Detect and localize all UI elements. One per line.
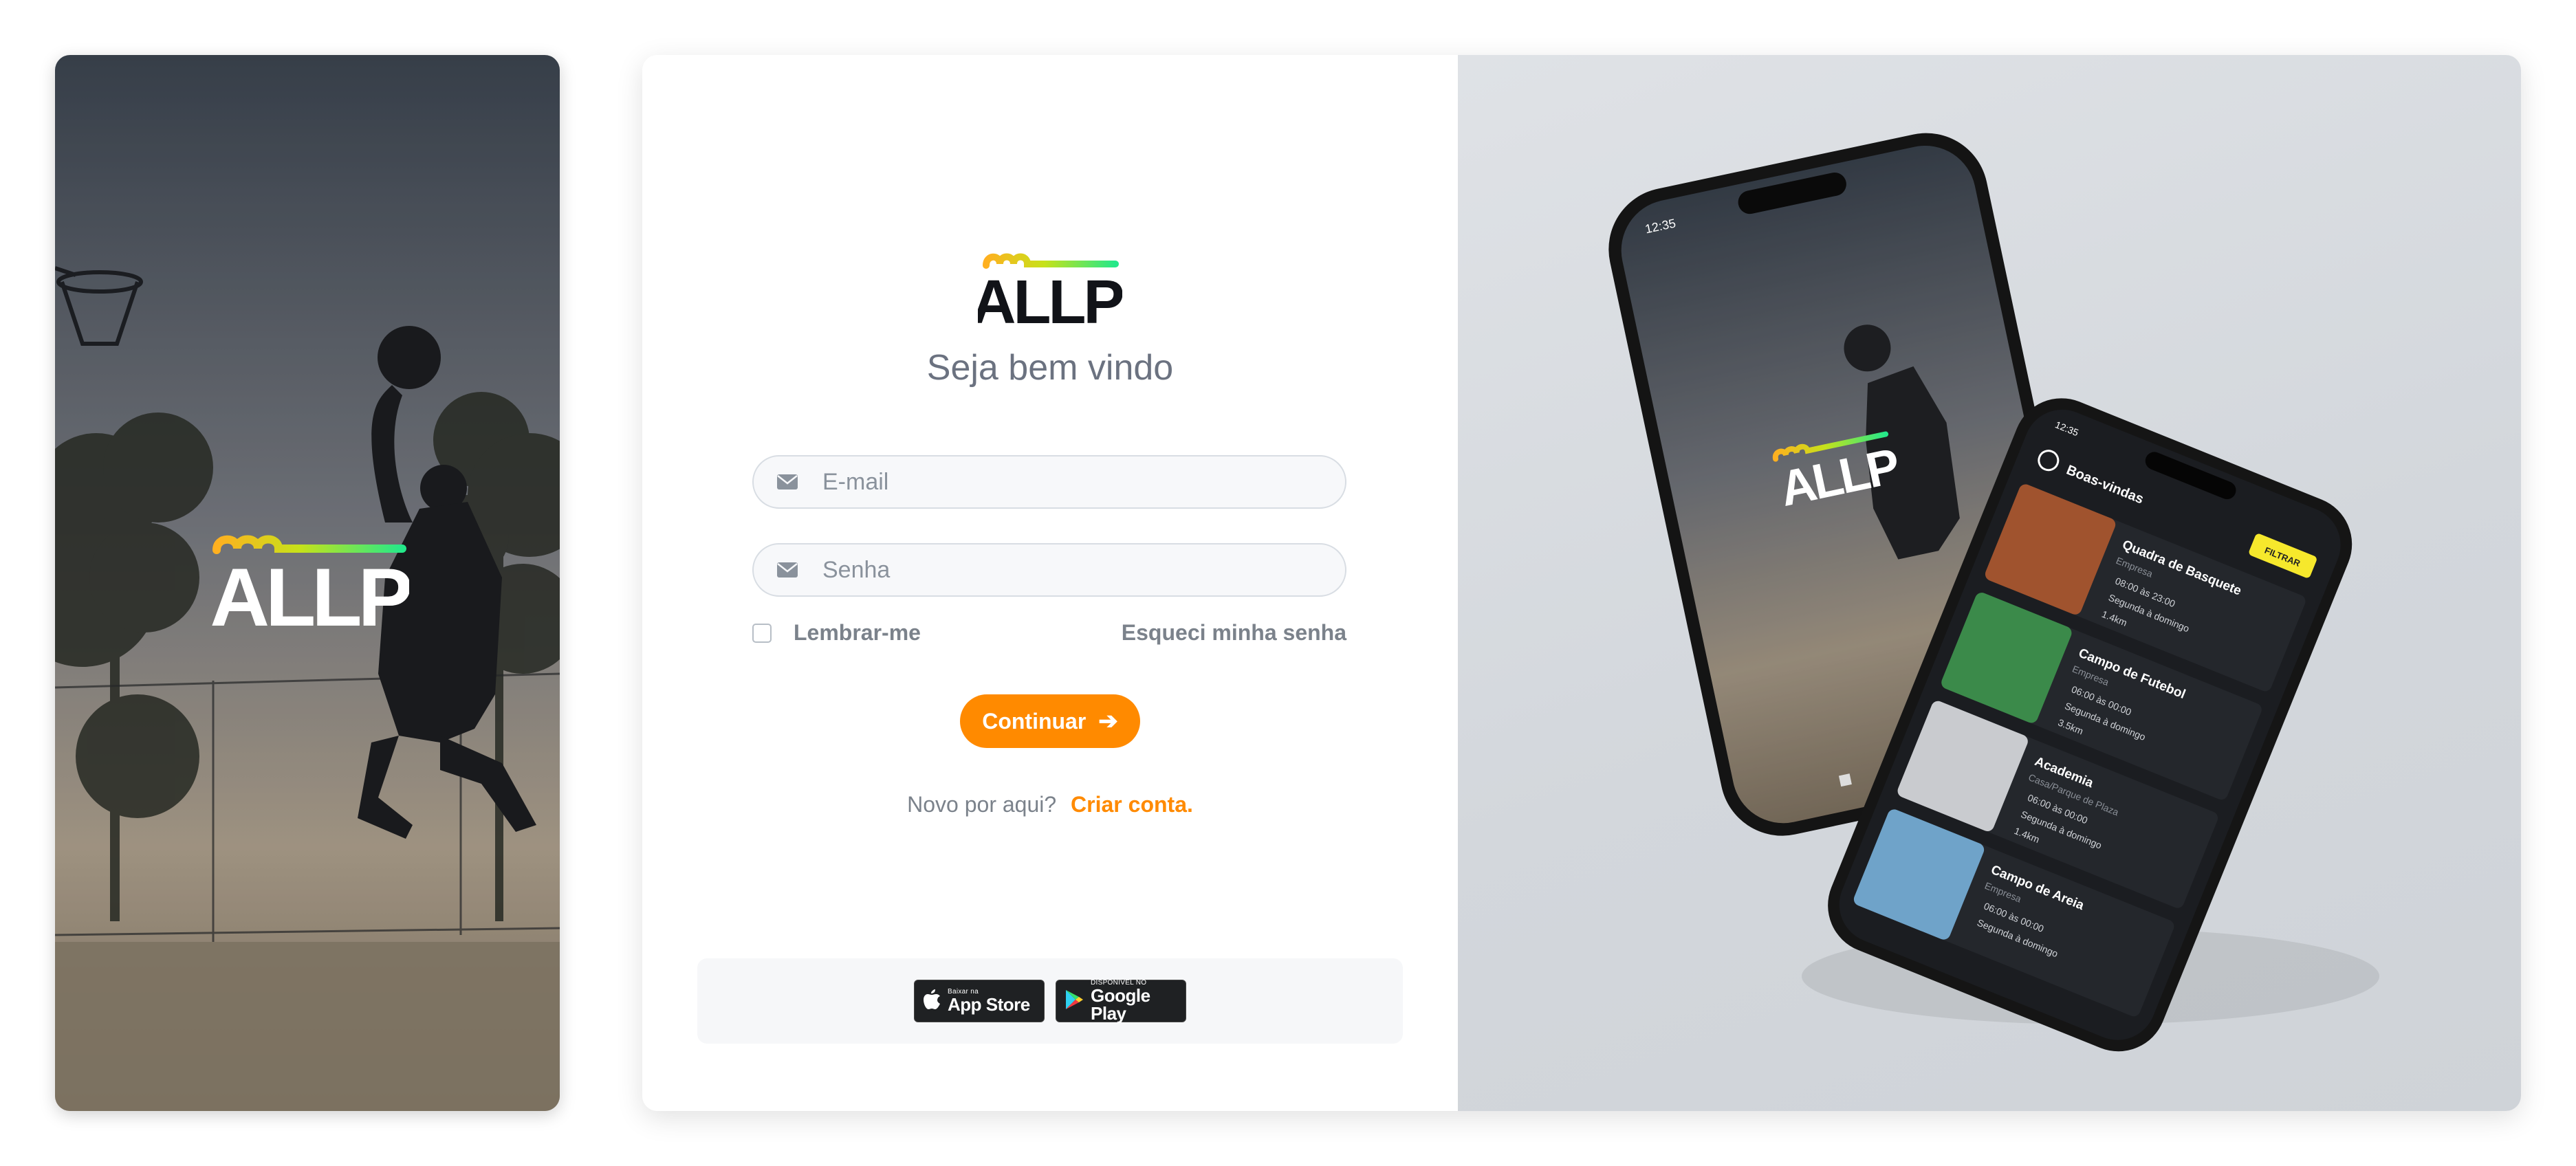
continue-button[interactable]: Continuar ➔ <box>960 694 1140 748</box>
login-panel: ALLP Seja bem vindo Lembrar-me Esqueci m… <box>642 55 1458 1111</box>
main-card: ALLP Seja bem vindo Lembrar-me Esqueci m… <box>642 55 2521 1111</box>
remember-me[interactable]: Lembrar-me <box>752 620 921 646</box>
splash-logo: ALLP <box>210 522 415 644</box>
apple-icon <box>923 989 941 1013</box>
arrow-right-icon: ➔ <box>1098 708 1118 734</box>
allp-logo: ALLP <box>210 535 415 644</box>
google-play-button[interactable]: DISPONÍVEL NO Google Play <box>1056 980 1186 1022</box>
google-play-big: Google Play <box>1091 985 1150 1024</box>
email-field[interactable] <box>752 455 1346 509</box>
app-store-button[interactable]: Baixar na App Store <box>914 980 1045 1022</box>
phone-mockup-panel: 12:35 ALLP 12:35 Boas-vindas FILTRAR Qua… <box>1458 55 2521 1111</box>
email-input[interactable] <box>821 468 1345 496</box>
password-input[interactable] <box>821 556 1345 584</box>
google-play-icon <box>1065 989 1084 1013</box>
continue-label: Continuar <box>982 708 1087 734</box>
envelope-icon <box>777 562 800 578</box>
splash-preview: ALLP <box>55 55 560 1111</box>
store-badges: Baixar na App Store DISPONÍVEL NO Google… <box>697 958 1403 1044</box>
allp-logo: ALLP <box>972 253 1125 337</box>
remember-checkbox[interactable] <box>752 623 772 643</box>
remember-label: Lembrar-me <box>794 620 921 645</box>
login-logo: ALLP <box>642 248 1458 337</box>
signup-row: Novo por aqui? Criar conta. <box>642 792 1458 817</box>
forgot-password-link[interactable]: Esqueci minha senha <box>1122 620 1346 646</box>
svg-text:ALLP: ALLP <box>210 551 409 639</box>
signup-prompt: Novo por aqui? <box>907 792 1057 817</box>
phones-illustration: 12:35 ALLP 12:35 Boas-vindas FILTRAR Qua… <box>1608 133 2379 1052</box>
create-account-link[interactable]: Criar conta. <box>1071 792 1193 817</box>
app-store-big: App Store <box>948 994 1030 1015</box>
welcome-title: Seja bem vindo <box>926 348 1174 388</box>
envelope-icon <box>777 474 800 490</box>
svg-text:ALLP: ALLP <box>978 268 1122 330</box>
password-field[interactable] <box>752 543 1346 597</box>
